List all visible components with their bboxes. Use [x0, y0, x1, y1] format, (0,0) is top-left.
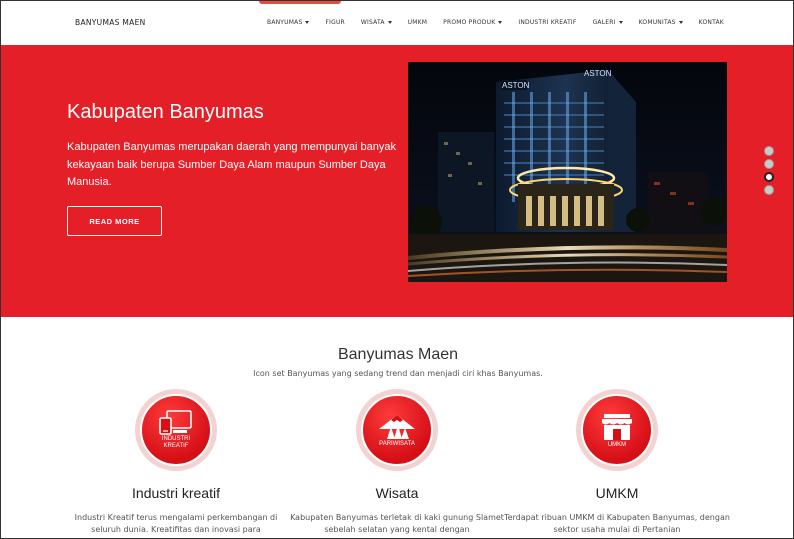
- navbar: BANYUMAS MAEN BANYUMAS FIGUR WISATA UMKM…: [1, 1, 793, 45]
- hero-description: Kabupaten Banyumas merupakan daerah yang…: [67, 141, 396, 188]
- caret-down-icon: [305, 21, 310, 24]
- slider-dot-active[interactable]: [764, 172, 774, 182]
- nav-label: BANYUMAS: [267, 19, 303, 26]
- nav-item-wisata[interactable]: WISATA: [361, 19, 392, 26]
- hero-slider: Kabupaten Banyumas Kabupaten Banyumas me…: [1, 45, 793, 317]
- read-more-button[interactable]: READ MORE: [67, 206, 162, 236]
- nav-item-industri-kreatif[interactable]: INDUSTRI KREATIF: [518, 19, 576, 26]
- feature-card-umkm: UMKM UMKM Terdapat ribuan UMKM di Kabupa…: [497, 389, 737, 536]
- feature-card-wisata: PARIWISATA Wisata Kabupaten Banyumas ter…: [277, 389, 517, 536]
- section-title: Banyumas Maen: [337, 346, 459, 363]
- hero-photo-hotel-night: ASTON ASTON: [408, 62, 727, 282]
- top-accent-bar: [259, 1, 341, 4]
- feature-title: UMKM: [595, 485, 639, 501]
- shop-icon: [602, 413, 632, 440]
- svg-text:ASTON: ASTON: [584, 69, 612, 78]
- slider-dot[interactable]: [764, 146, 774, 156]
- nav-item-komunitas[interactable]: KOMUNITAS: [639, 19, 683, 26]
- hero-title: Kabupaten Banyumas: [67, 101, 264, 123]
- nav-item-promo-produk[interactable]: PROMO PRODUK: [443, 19, 503, 26]
- slider-dot[interactable]: [764, 185, 774, 195]
- nav-label: GALERI: [592, 19, 616, 26]
- nav-item-kontak[interactable]: KONTAK: [699, 19, 724, 26]
- nav-label: UMKM: [407, 19, 428, 26]
- nav-item-figur[interactable]: FIGUR: [325, 19, 344, 26]
- caret-down-icon: [387, 21, 392, 24]
- slider-dot[interactable]: [764, 159, 774, 169]
- section-subtitle: Icon set Banyumas yang sedang trend dan …: [253, 369, 543, 378]
- caret-down-icon: [618, 21, 623, 24]
- nav-item-galeri[interactable]: GALERI: [593, 19, 623, 26]
- feature-description: Kabupaten Banyumas terletak di kaki gunu…: [290, 513, 504, 534]
- feature-badge[interactable]: INDUSTRI KREATIF: [135, 389, 217, 471]
- nav-label: FIGUR: [325, 19, 345, 26]
- feature-title: Wisata: [375, 485, 419, 501]
- badge-label: UMKM: [607, 441, 627, 448]
- nav-label: KONTAK: [698, 19, 724, 26]
- nav-label: KOMUNITAS: [638, 19, 676, 26]
- badge-label: PARIWISATA: [379, 440, 415, 447]
- feature-badge[interactable]: PARIWISATA: [356, 389, 438, 471]
- caret-down-icon: [678, 21, 683, 24]
- feature-description: Industri Kreatif terus mengalami perkemb…: [74, 513, 278, 534]
- badge-label: INDUSTRI: [161, 436, 191, 442]
- nav-label: INDUSTRI KREATIF: [518, 19, 577, 26]
- nav-item-banyumas[interactable]: BANYUMAS: [267, 19, 310, 26]
- svg-text:ASTON: ASTON: [502, 81, 530, 90]
- feature-card-industri-kreatif: INDUSTRI KREATIF Industri kreatif Indust…: [56, 389, 296, 536]
- site-brand[interactable]: BANYUMAS MAEN: [75, 18, 146, 27]
- slider-pagination: [764, 146, 774, 195]
- devices-icon: [159, 410, 192, 435]
- feature-description: Terdapat ribuan UMKM di Kabupaten Banyum…: [504, 513, 730, 534]
- feature-badge[interactable]: UMKM: [576, 389, 658, 471]
- feature-title: Industri kreatif: [132, 485, 220, 501]
- badge-label: KREATIF: [163, 443, 189, 449]
- nav-label: WISATA: [360, 19, 385, 26]
- nav-label: PROMO PRODUK: [443, 19, 496, 26]
- caret-down-icon: [498, 21, 503, 24]
- nav-item-umkm[interactable]: UMKM: [408, 19, 427, 26]
- main-nav: BANYUMAS FIGUR WISATA UMKM PROMO PRODUK …: [267, 19, 740, 26]
- mountain-trees-icon: [379, 414, 415, 439]
- browser-frame: BANYUMAS MAEN BANYUMAS FIGUR WISATA UMKM…: [0, 0, 794, 539]
